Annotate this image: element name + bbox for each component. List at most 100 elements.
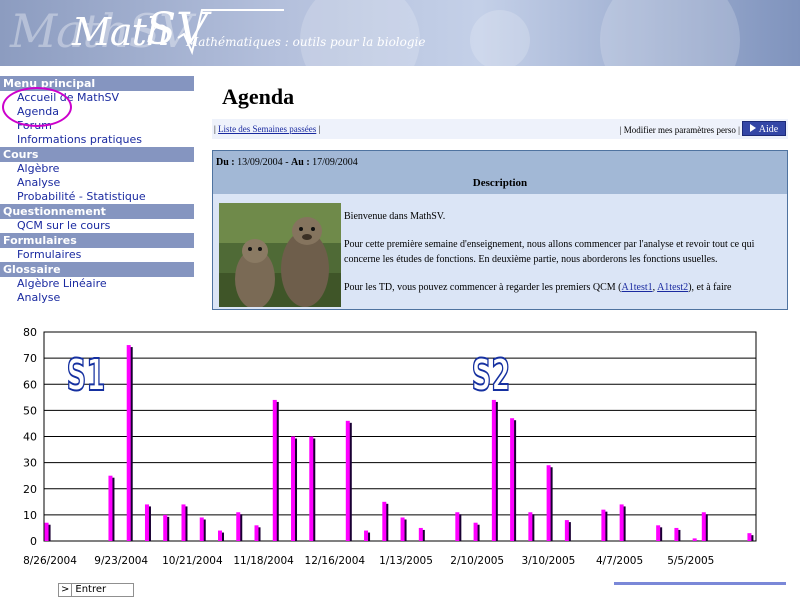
banner-decoration xyxy=(470,10,530,66)
sidebar-item-qcm[interactable]: QCM sur le cours xyxy=(0,219,194,233)
y-tick-label: 40 xyxy=(23,431,37,444)
chart-panel: 0 10 20 30 40 50 60 70 80 8/26/2004 9/23/2004 10/21… xyxy=(0,310,800,600)
bar xyxy=(181,504,186,541)
bar xyxy=(272,399,277,541)
bar xyxy=(546,465,551,541)
bar xyxy=(218,530,222,541)
site-subtitle: Mathématiques : outils pour la biologie xyxy=(186,35,426,49)
agenda-paragraph: Bienvenue dans MathSV. xyxy=(344,211,446,222)
x-tick-label: 8/26/2004 xyxy=(23,555,77,567)
highlight-circle xyxy=(2,87,72,127)
arrow-icon: > xyxy=(61,584,73,596)
agenda-panel: Du : 13/09/2004 - Au : 17/09/2004 Descri… xyxy=(212,150,788,310)
sidebar-item-glossary-analysis[interactable]: Analyse xyxy=(0,291,194,305)
y-tick-label: 30 xyxy=(23,457,37,470)
past-weeks-link[interactable]: Liste des Semaines passées xyxy=(218,124,316,134)
separator: | xyxy=(316,124,321,134)
marmot-photo xyxy=(219,203,341,307)
link-bar: | Liste des Semaines passées | | Modifie… xyxy=(212,119,788,139)
bar xyxy=(747,533,752,541)
y-tick-label: 50 xyxy=(23,404,37,417)
y-tick-label: 10 xyxy=(23,509,37,522)
bar xyxy=(510,418,515,541)
y-tick-label: 0 xyxy=(30,535,37,548)
bar xyxy=(400,517,405,541)
menu-header-glossary: Glossaire xyxy=(0,262,194,277)
bar xyxy=(44,522,49,541)
visits-bar-chart: 0 10 20 30 40 50 60 70 80 8/26/2004 9/23/2004 10/21… xyxy=(23,326,757,567)
bar xyxy=(491,399,496,541)
bar xyxy=(418,527,423,541)
bar xyxy=(692,538,697,541)
help-button[interactable]: Aide xyxy=(742,121,786,136)
sidebar-item-practical-info[interactable]: Informations pratiques xyxy=(0,133,194,147)
bar xyxy=(701,512,706,541)
help-label: Aide xyxy=(758,124,779,135)
bar xyxy=(364,530,369,541)
sidebar-item-algebra[interactable]: Algèbre xyxy=(0,162,194,176)
bar xyxy=(309,436,314,541)
bar xyxy=(528,512,533,541)
bar xyxy=(144,504,149,541)
x-tick-label: 11/18/2004 xyxy=(233,555,294,567)
from-date: 13/09/2004 xyxy=(237,157,283,168)
bar xyxy=(619,504,624,541)
x-tick-label: 4/7/2005 xyxy=(596,555,643,567)
linkbar-left: | Liste des Semaines passées | xyxy=(214,119,320,139)
menu-header-courses: Cours xyxy=(0,147,194,162)
date-range: Du : 13/09/2004 - Au : 17/09/2004 xyxy=(213,151,787,175)
bar xyxy=(564,520,569,541)
to-date: 17/09/2004 xyxy=(312,157,358,168)
chart-annotation: S1 xyxy=(67,349,106,401)
qcm-link-a1test1[interactable]: A1test1 xyxy=(622,282,653,293)
sidebar-item-forms[interactable]: Formulaires xyxy=(0,248,194,262)
bar xyxy=(382,501,387,541)
from-label: Du : xyxy=(216,157,235,168)
play-icon xyxy=(749,124,756,132)
enter-button[interactable]: > Entrer xyxy=(58,583,134,597)
x-tick-label: 10/21/2004 xyxy=(162,555,223,567)
x-tick-label: 1/13/2005 xyxy=(379,555,433,567)
bar xyxy=(674,527,679,541)
menu-header-questions: Questionnement xyxy=(0,204,194,219)
agenda-paragraph: Pour les TD, vous pouvez commencer à reg… xyxy=(344,280,784,295)
decorative-line xyxy=(614,582,786,585)
chart-annotation: S2 xyxy=(472,349,511,401)
bar xyxy=(254,525,259,541)
site-banner: MathSV Math SV Mathématiques : outils po… xyxy=(0,0,800,66)
bar xyxy=(108,475,113,541)
bar xyxy=(291,436,296,541)
description-header: Description xyxy=(213,175,787,194)
banner-decoration xyxy=(300,0,420,66)
menu-header-forms: Formulaires xyxy=(0,233,194,248)
modify-settings-link[interactable]: | Modifier mes paramètres perso | xyxy=(620,120,740,140)
x-tick-label: 12/16/2004 xyxy=(305,555,366,567)
banner-decoration xyxy=(600,0,740,66)
y-tick-label: 70 xyxy=(23,352,37,365)
enter-label: Entrer xyxy=(75,584,107,595)
bar xyxy=(601,509,606,541)
sidebar-item-linear-algebra[interactable]: Algèbre Linéaire xyxy=(0,277,194,291)
bar xyxy=(473,522,478,541)
x-tick-label: 9/23/2004 xyxy=(94,555,148,567)
x-tick-label: 2/10/2005 xyxy=(450,555,504,567)
page-title: Agenda xyxy=(222,84,295,109)
sidebar-item-analysis[interactable]: Analyse xyxy=(0,176,194,190)
x-tick-label: 3/10/2005 xyxy=(521,555,575,567)
agenda-text-fragment: ), et à faire xyxy=(688,282,732,293)
y-tick-label: 80 xyxy=(23,326,37,339)
x-tick-label: 5/5/2005 xyxy=(667,555,714,567)
to-label: Au : xyxy=(291,157,310,168)
agenda-text-fragment: Pour les TD, vous pouvez commencer à reg… xyxy=(344,282,622,293)
y-tick-label: 20 xyxy=(23,483,37,496)
bar xyxy=(656,525,661,541)
bar xyxy=(199,517,204,541)
y-tick-label: 60 xyxy=(23,378,37,391)
agenda-paragraph: Pour cette première semaine d'enseigneme… xyxy=(344,239,755,265)
bar xyxy=(455,512,460,541)
bar xyxy=(126,345,131,541)
bar xyxy=(236,512,241,541)
sidebar-item-probability[interactable]: Probabilité - Statistique xyxy=(0,190,194,204)
qcm-link-a1test2[interactable]: A1test2 xyxy=(657,282,688,293)
bar xyxy=(345,420,350,541)
